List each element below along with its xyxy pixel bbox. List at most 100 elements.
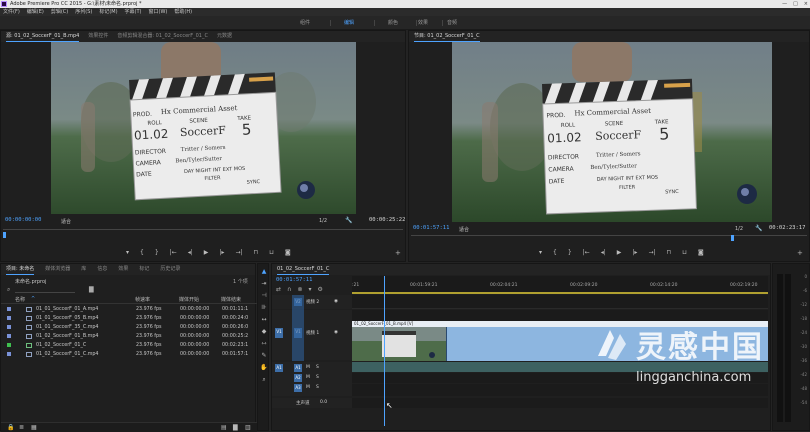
tab-history[interactable]: 历史记录 [160, 264, 180, 275]
menu-clip[interactable]: 剪辑(C) [51, 8, 68, 16]
program-mark-out-icon[interactable]: } [568, 249, 572, 256]
source-settings-wrench-icon[interactable]: 🔧 [345, 217, 352, 224]
list-view-icon[interactable]: ≣ [19, 424, 24, 431]
v1-source-patch[interactable]: V1 [275, 328, 283, 338]
menu-window[interactable]: 窗口(W) [149, 8, 168, 16]
tab-effects[interactable]: 效果 [118, 264, 128, 275]
project-list-item[interactable]: 01_02_SoccerF_01_C.mp4 23.976 fps 00:00:… [6, 350, 256, 359]
menu-file[interactable]: 文件(F) [3, 8, 20, 16]
source-add-button-icon[interactable]: + [395, 249, 401, 257]
step-back-icon[interactable]: ◂| [188, 249, 193, 256]
work-area-bar[interactable] [352, 292, 768, 294]
source-mini-timeline[interactable] [3, 229, 403, 235]
snap-magnet-icon[interactable]: ∩ [287, 286, 291, 293]
slip-tool-icon[interactable]: ⇿ [260, 340, 268, 348]
project-list-item[interactable]: 01_02_SoccerF_01_C 23.976 fps 00:00:00:0… [6, 341, 256, 350]
tab-project[interactable]: 项目: 未命名 [6, 264, 35, 275]
insert-icon[interactable]: ⊓ [254, 249, 259, 256]
search-icon[interactable]: ⌕ [7, 286, 10, 294]
source-resolution-dropdown[interactable]: 1/2 [319, 218, 327, 224]
delete-icon[interactable]: ▥ [245, 424, 251, 431]
source-playhead[interactable] [3, 232, 6, 238]
program-mini-timeline[interactable] [411, 235, 807, 241]
a3-solo-button[interactable]: S [316, 385, 319, 390]
workspace-assembly[interactable]: 组件 [300, 19, 310, 26]
a1-target-toggle[interactable]: A1 [294, 364, 302, 372]
a2-mute-button[interactable]: M [306, 375, 310, 380]
menu-help[interactable]: 帮助(H) [174, 8, 192, 16]
a1-mute-button[interactable]: M [306, 365, 310, 370]
a3-mute-button[interactable]: M [306, 385, 310, 390]
go-to-out-icon[interactable]: →| [235, 249, 242, 256]
new-bin-icon[interactable]: ▇ [233, 424, 238, 431]
project-search-input[interactable] [15, 287, 75, 293]
program-mark-in-icon[interactable]: { [553, 249, 557, 256]
program-add-marker-icon[interactable]: ▾ [539, 249, 542, 256]
lift-icon[interactable]: ⊓ [667, 249, 672, 256]
column-frame-rate[interactable]: 帧速率 [135, 296, 150, 303]
step-forward-icon[interactable]: |▸ [219, 249, 224, 256]
source-fit-dropdown[interactable]: 适合 [61, 218, 71, 225]
program-step-forward-icon[interactable]: |▸ [632, 249, 637, 256]
label-color-swatch[interactable] [7, 316, 11, 320]
new-item-icon[interactable]: ▤ [221, 424, 227, 431]
program-resolution-dropdown[interactable]: 1/2 [735, 226, 743, 232]
icon-view-icon[interactable]: ▦ [31, 424, 37, 431]
source-video-frame[interactable]: PROD. Hx Commercial Asset ROLL SCENE TAK… [51, 42, 356, 214]
menu-marker[interactable]: 标记(M) [99, 8, 117, 16]
rolling-edit-tool-icon[interactable]: ⊪ [260, 304, 268, 312]
pen-tool-icon[interactable]: ✎ [260, 352, 268, 360]
program-export-frame-camera-icon[interactable]: ◙ [698, 249, 704, 256]
add-marker-icon[interactable]: ▾ [126, 249, 129, 256]
tab-markers[interactable]: 标记 [139, 264, 149, 275]
menu-edit[interactable]: 编辑(E) [27, 8, 44, 16]
program-add-button-icon[interactable]: + [797, 249, 803, 257]
label-color-swatch[interactable] [7, 334, 11, 338]
a2-target-toggle[interactable]: A2 [294, 374, 302, 382]
nest-toggle-icon[interactable]: ⇄ [276, 286, 281, 293]
column-media-start[interactable]: 媒体开始 [179, 296, 199, 303]
timeline-ruler[interactable]: :21 00:01:59:21 00:02:04:21 00:02:09:20 … [352, 276, 768, 294]
program-video-frame[interactable]: PROD. Hx Commercial Asset ROLL SCENE TAK… [452, 42, 772, 222]
close-button[interactable]: × [804, 0, 808, 8]
zoom-tool-icon[interactable]: ⌕ [260, 376, 268, 384]
timeline-settings-icon[interactable]: ⚙ [317, 286, 322, 293]
track-select-tool-icon[interactable]: ⇥ [260, 280, 268, 288]
v2-eye-icon[interactable]: ◉ [334, 299, 338, 304]
source-timecode-current[interactable]: 00:00:00:00 [5, 217, 41, 223]
program-step-back-icon[interactable]: ◂| [601, 249, 606, 256]
minimize-button[interactable]: — [782, 0, 787, 8]
linked-selection-icon[interactable]: ⊗ [297, 286, 302, 293]
tab-effect-controls[interactable]: 效果控件 [88, 31, 108, 42]
label-color-swatch[interactable] [7, 343, 11, 347]
maximize-button[interactable]: □ [793, 0, 798, 8]
menu-title[interactable]: 字幕(T) [125, 8, 142, 16]
a1-solo-button[interactable]: S [316, 365, 319, 370]
sort-ascending-icon[interactable]: ^ [31, 296, 35, 302]
program-go-to-out-icon[interactable]: →| [648, 249, 655, 256]
play-icon[interactable]: ▶ [204, 249, 209, 256]
tab-libraries[interactable]: 库 [81, 264, 86, 275]
a1-source-patch[interactable]: A1 [275, 364, 283, 372]
lock-icon[interactable]: 🔒 [7, 424, 14, 431]
tab-program[interactable]: 节目: 01_02_SoccerF_01_C [414, 31, 480, 42]
a3-target-toggle[interactable]: A3 [294, 384, 302, 392]
hand-tool-icon[interactable]: ✋ [260, 364, 268, 372]
timeline-playhead[interactable] [384, 276, 385, 426]
go-to-in-icon[interactable]: |← [170, 249, 177, 256]
new-bin-folder-icon[interactable]: ▇ [89, 286, 94, 293]
mark-out-icon[interactable]: } [155, 249, 159, 256]
selection-tool-icon[interactable]: ▲ [260, 268, 268, 276]
razor-tool-icon[interactable]: ◆ [260, 328, 268, 336]
rate-stretch-tool-icon[interactable]: ↔ [260, 316, 268, 324]
label-color-swatch[interactable] [7, 307, 11, 311]
menu-sequence[interactable]: 序列(S) [75, 8, 92, 16]
v2-track-lane[interactable] [352, 295, 768, 309]
workspace-audio[interactable]: 音频 [447, 19, 457, 26]
label-color-swatch[interactable] [7, 352, 11, 356]
project-list-item[interactable]: 01_01_SoccerF_35_C.mp4 23.976 fps 00:00:… [6, 323, 256, 332]
tab-audio-clip-mixer[interactable]: 音频剪辑混合器: 01_02_SoccerF_01_C [117, 31, 208, 42]
add-marker-timeline-icon[interactable]: ▾ [308, 286, 311, 293]
program-play-icon[interactable]: ▶ [617, 249, 622, 256]
export-frame-camera-icon[interactable]: ◙ [285, 249, 291, 256]
